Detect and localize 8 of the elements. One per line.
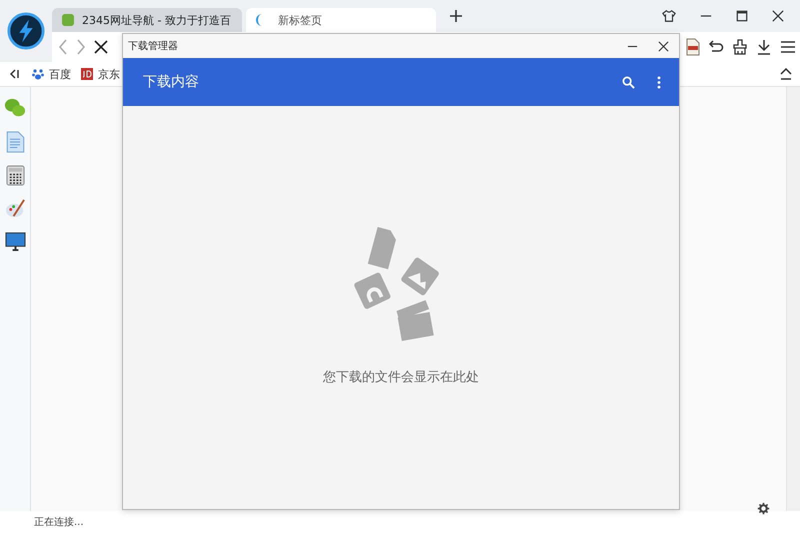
bookmark-link[interactable]: 京东 <box>81 66 120 82</box>
header-title: 下载内容 <box>143 73 199 91</box>
browser-tab[interactable]: 新标签页 <box>246 8 436 32</box>
bookmark-link[interactable]: 百度 <box>32 66 71 82</box>
status-text: 正在连接... <box>34 516 84 529</box>
browser-tab[interactable]: 2345网址导航 - 致力于打造百 <box>52 8 242 32</box>
empty-message: 您下载的文件会显示在此处 <box>323 369 479 386</box>
window-title: 下载管理器 <box>128 40 178 53</box>
